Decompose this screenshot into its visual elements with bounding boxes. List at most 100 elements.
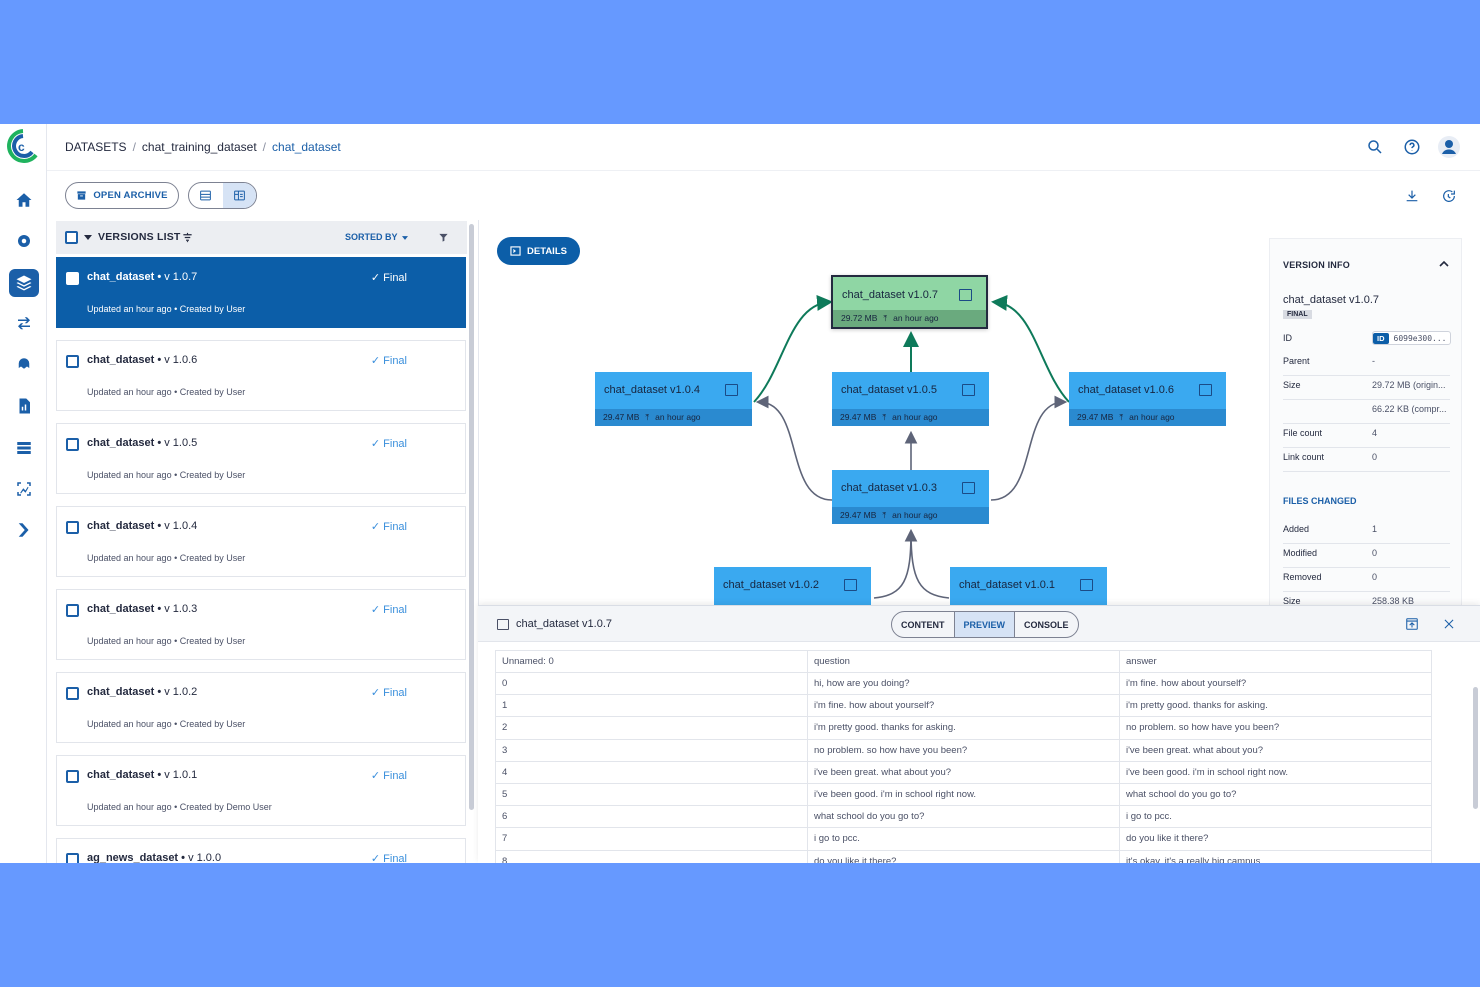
version-checkbox[interactable] bbox=[66, 604, 79, 617]
clearml-logo-icon[interactable]: c bbox=[7, 129, 39, 165]
edge-v104-to-v107 bbox=[753, 294, 833, 403]
download-icon[interactable] bbox=[1404, 188, 1420, 204]
node-footer: 29.47 MB ⤒ an hour ago bbox=[832, 409, 989, 426]
nav-workers-icon[interactable] bbox=[9, 434, 39, 462]
nav-datasets-layers-icon[interactable] bbox=[9, 269, 39, 297]
node-console-icon[interactable] bbox=[725, 384, 738, 396]
node-label: chat_dataset v1.0.3 bbox=[841, 482, 938, 494]
close-icon[interactable] bbox=[1442, 617, 1456, 631]
version-checkbox[interactable] bbox=[66, 770, 79, 783]
version-card[interactable]: chat_dataset • v 1.0.3 ✓ Final Updated an … bbox=[56, 589, 466, 660]
node-label: chat_dataset v1.0.4 bbox=[604, 384, 701, 396]
graph-node[interactable]: chat_dataset v1.0.5 29.47 MB ⤒ an hour ago bbox=[832, 372, 989, 426]
preview-tabs: CONTENT PREVIEW CONSOLE bbox=[891, 611, 1079, 638]
column-header[interactable]: answer bbox=[1119, 650, 1432, 673]
version-meta: Updated an hour ago • Created by User bbox=[87, 387, 246, 397]
sort-caret-icon[interactable] bbox=[402, 236, 408, 240]
table-cell: 7 bbox=[495, 827, 808, 851]
node-size: 29.47 MB bbox=[840, 510, 877, 520]
info-row-id: ID ID 6099e300... bbox=[1283, 329, 1451, 353]
graph-node[interactable]: chat_dataset v1.0.6 29.47 MB ⤒ an hour ago bbox=[1069, 372, 1226, 426]
table-view-button[interactable] bbox=[189, 183, 223, 208]
tab-preview[interactable]: PREVIEW bbox=[954, 612, 1016, 637]
search-icon[interactable] bbox=[1366, 138, 1384, 156]
node-console-icon[interactable] bbox=[959, 289, 972, 301]
version-checkbox[interactable] bbox=[66, 853, 79, 863]
open-archive-button[interactable]: OPEN ARCHIVE bbox=[65, 182, 179, 209]
node-console-icon[interactable] bbox=[844, 579, 857, 591]
version-name: chat_dataset • v 1.0.6 bbox=[87, 354, 198, 366]
status-final: ✓ Final bbox=[370, 438, 407, 450]
version-name: chat_dataset • v 1.0.7 bbox=[87, 271, 198, 283]
version-card[interactable]: ag_news_dataset • v 1.0.0 ✓ Final bbox=[56, 838, 466, 863]
details-view-button[interactable] bbox=[222, 183, 256, 208]
version-card[interactable]: chat_dataset • v 1.0.1 ✓ Final Updated an … bbox=[56, 755, 466, 826]
version-card[interactable]: chat_dataset • v 1.0.6 ✓ Final Updated an … bbox=[56, 340, 466, 411]
tree-view-toggle-icon[interactable] bbox=[182, 232, 193, 243]
select-all-checkbox[interactable] bbox=[65, 231, 78, 244]
node-console-icon[interactable] bbox=[1080, 579, 1093, 591]
version-name: chat_dataset • v 1.0.2 bbox=[87, 686, 198, 698]
version-checkbox[interactable] bbox=[66, 521, 79, 534]
filter-icon[interactable] bbox=[438, 232, 449, 243]
versions-list-scrollbar[interactable] bbox=[469, 224, 474, 810]
nav-pipelines-icon[interactable] bbox=[9, 310, 39, 338]
collapse-chevron-icon[interactable] bbox=[1439, 259, 1449, 269]
graph-node[interactable]: chat_dataset v1.0.1 bbox=[950, 567, 1107, 605]
graph-node[interactable]: chat_dataset v1.0.7 29.72 MB ⤒ an hour ago bbox=[831, 275, 988, 329]
nav-home-icon[interactable] bbox=[9, 186, 39, 214]
files-changed-row: Removed 0 bbox=[1283, 568, 1450, 592]
column-header[interactable]: question bbox=[807, 650, 1120, 673]
graph-node[interactable]: chat_dataset v1.0.2 bbox=[714, 567, 871, 605]
nav-applications-icon[interactable] bbox=[9, 516, 39, 544]
graph-node[interactable]: chat_dataset v1.0.4 29.47 MB ⤒ an hour ago bbox=[595, 372, 752, 426]
tab-console[interactable]: CONSOLE bbox=[1015, 612, 1078, 637]
node-size: 29.47 MB bbox=[1077, 412, 1114, 422]
column-header[interactable]: Unnamed: 0 bbox=[495, 650, 808, 673]
nav-orchestration-icon[interactable] bbox=[9, 351, 39, 379]
version-checkbox[interactable] bbox=[66, 272, 79, 285]
breadcrumb-datasets[interactable]: DATASETS bbox=[65, 140, 127, 154]
version-checkbox[interactable] bbox=[66, 438, 79, 451]
node-time: an hour ago bbox=[893, 313, 939, 323]
version-card[interactable]: chat_dataset • v 1.0.4 ✓ Final Updated an … bbox=[56, 506, 466, 577]
node-footer: 29.72 MB ⤒ an hour ago bbox=[833, 310, 986, 327]
breadcrumb-project[interactable]: chat_training_dataset bbox=[142, 140, 257, 154]
table-cell: no problem. so how have you been? bbox=[807, 739, 1120, 762]
table-header-row: Unnamed: 0 question answer bbox=[495, 650, 1432, 673]
version-meta: Updated an hour ago • Created by User bbox=[87, 553, 246, 563]
version-card[interactable]: chat_dataset • v 1.0.2 ✓ Final Updated an … bbox=[56, 672, 466, 743]
svg-text:c: c bbox=[18, 140, 25, 154]
version-checkbox[interactable] bbox=[66, 355, 79, 368]
breadcrumb-dataset[interactable]: chat_dataset bbox=[272, 140, 341, 154]
node-console-icon[interactable] bbox=[962, 384, 975, 396]
node-footer: 29.47 MB ⤒ an hour ago bbox=[1069, 409, 1226, 426]
table-cell: 6 bbox=[495, 805, 808, 829]
nav-model-endpoints-icon[interactable] bbox=[9, 475, 39, 503]
nav-projects-brain-icon[interactable] bbox=[9, 227, 39, 255]
table-cell: i go to pcc. bbox=[1119, 805, 1432, 829]
version-card[interactable]: chat_dataset • v 1.0.7 ✓ Final Updated an … bbox=[56, 257, 466, 328]
user-avatar-icon[interactable] bbox=[1437, 135, 1461, 159]
version-checkbox[interactable] bbox=[66, 687, 79, 700]
maximize-panel-icon[interactable] bbox=[1405, 617, 1419, 631]
node-console-icon[interactable] bbox=[962, 482, 975, 494]
node-console-icon[interactable] bbox=[1199, 384, 1212, 396]
id-copy-pill[interactable]: ID 6099e300... bbox=[1372, 331, 1451, 345]
version-name: chat_dataset • v 1.0.4 bbox=[87, 520, 198, 532]
select-menu-caret-icon[interactable] bbox=[84, 235, 92, 240]
help-icon[interactable] bbox=[1403, 138, 1421, 156]
version-info-panel: VERSION INFO chat_dataset v1.0.7 FINAL I… bbox=[1269, 238, 1462, 616]
sorted-by-label[interactable]: SORTED BY bbox=[345, 232, 398, 242]
app-window: c DATASETS / chat_training_dataset / cha… bbox=[0, 124, 1480, 863]
auto-refresh-icon[interactable] bbox=[1441, 188, 1457, 204]
table-cell: i've been great. what about you? bbox=[1119, 739, 1432, 762]
preview-table: Unnamed: 0 question answer 0 hi, how are yo… bbox=[495, 650, 1432, 863]
tab-content[interactable]: CONTENT bbox=[892, 612, 955, 637]
upload-icon: ⤒ bbox=[882, 510, 887, 520]
graph-node[interactable]: chat_dataset v1.0.3 29.47 MB ⤒ an hour ago bbox=[832, 470, 989, 524]
preview-scrollbar[interactable] bbox=[1473, 687, 1478, 809]
version-card[interactable]: chat_dataset • v 1.0.5 ✓ Final Updated an … bbox=[56, 423, 466, 494]
table-row: 5 i've been good. i'm in school right now… bbox=[495, 783, 1432, 807]
nav-reports-icon[interactable] bbox=[9, 392, 39, 420]
